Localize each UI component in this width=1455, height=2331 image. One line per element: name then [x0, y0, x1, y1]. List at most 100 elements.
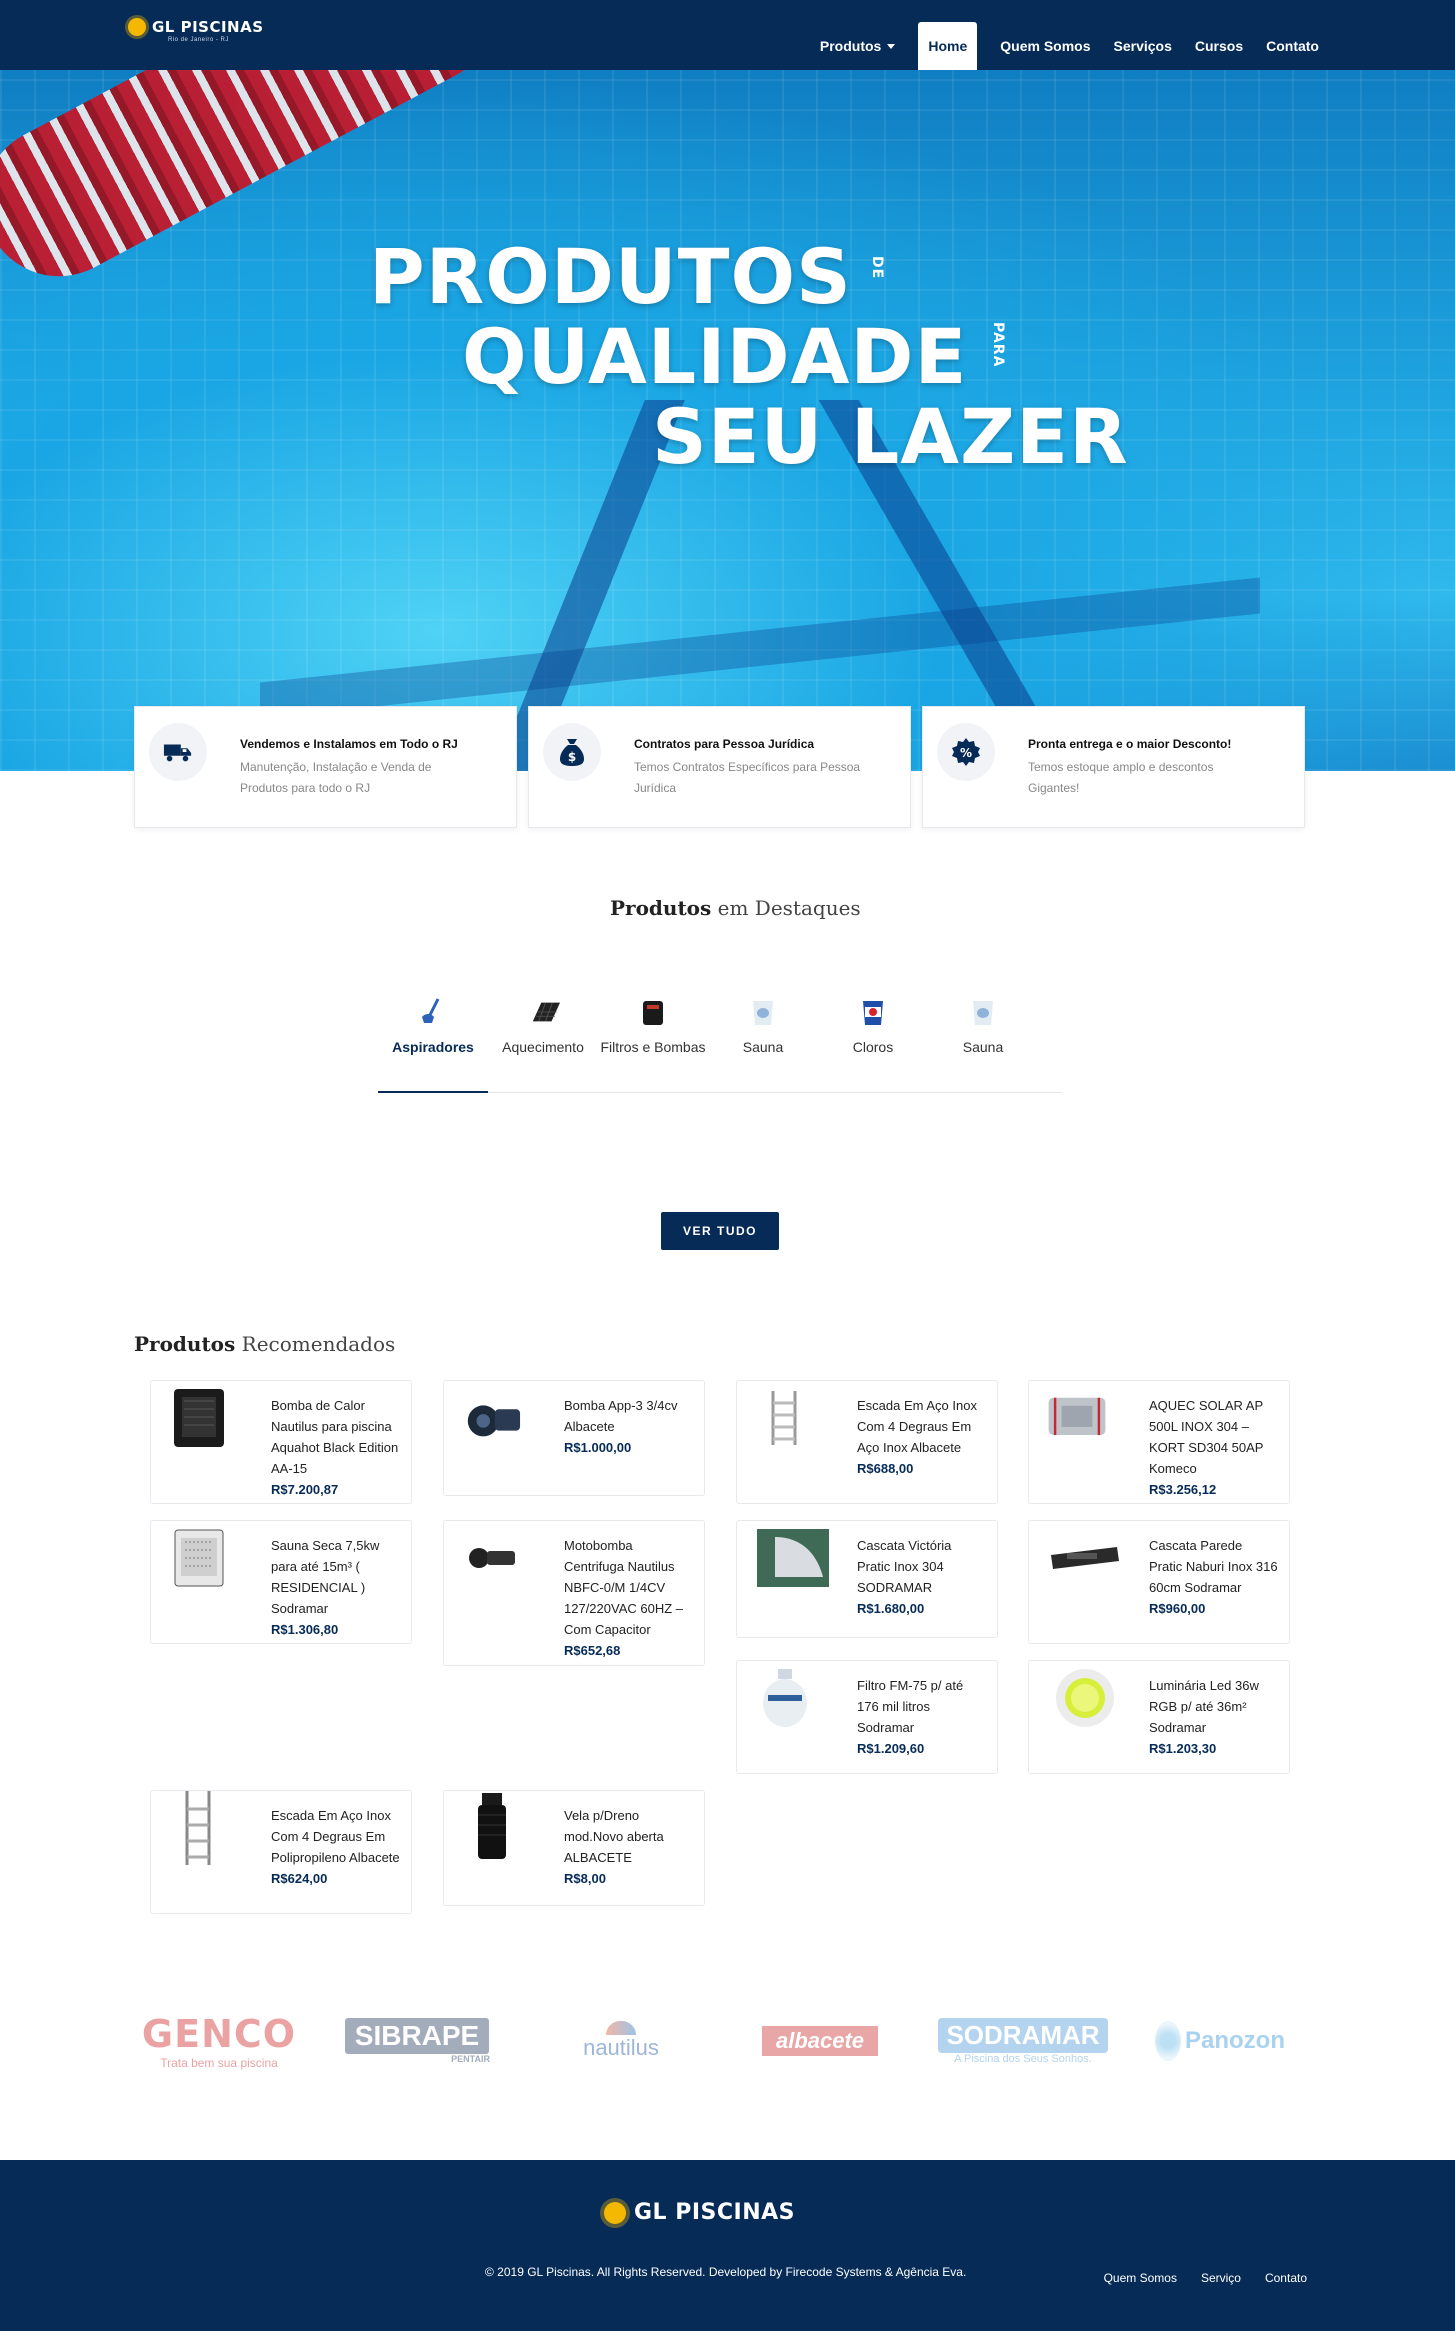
- tab-filtros-bombas[interactable]: Filtros e Bombas: [598, 995, 708, 1092]
- product-card[interactable]: Bomba App-3 3/4cv Albacete R$1.000,00: [443, 1380, 705, 1496]
- product-name: Bomba de Calor Nautilus para piscina Aqu…: [271, 1395, 401, 1500]
- tab-aspiradores[interactable]: Aspiradores: [378, 995, 488, 1093]
- product-price: R$624,00: [271, 1871, 328, 1886]
- product-image: [169, 1791, 229, 1865]
- nav-produtos[interactable]: Produtos: [819, 38, 896, 54]
- featured-title-rest: em Destaques: [711, 896, 861, 920]
- svg-text:$: $: [568, 750, 576, 764]
- view-all-button[interactable]: VER TUDO: [661, 1212, 779, 1250]
- hero-line-2: QUALIDADE: [462, 312, 968, 401]
- brand-sibrape-logo[interactable]: SIBRAPE PENTAIR: [344, 2010, 490, 2072]
- product-name-text: Luminária Led 36w RGB p/ até 36m² Sodram…: [1149, 1678, 1259, 1735]
- brand-genco-logo[interactable]: GENCO Trata bem sua piscina: [134, 2010, 304, 2072]
- nautilus-sun-icon: [606, 2021, 636, 2035]
- chlorine-bucket-icon: [856, 995, 890, 1029]
- product-price: R$1.000,00: [564, 1440, 632, 1455]
- product-name-text: Cascata Victória Pratic Inox 304 SODRAMA…: [857, 1538, 952, 1595]
- recommended-title-bold: Produtos: [134, 1332, 236, 1356]
- sun-logo-icon: [604, 2201, 626, 2224]
- top-navbar: GL PISCINAS Rio de Janeiro - RJ Produtos…: [0, 0, 1455, 70]
- brand-name: GENCO: [141, 2012, 297, 2056]
- product-name: Cascata Victória Pratic Inox 304 SODRAMA…: [857, 1535, 987, 1619]
- copyright-text: © 2019 GL Piscinas. All Rights Reserved.…: [485, 2265, 967, 2279]
- product-card[interactable]: Escada Em Aço Inox Com 4 Degraus Em Poli…: [150, 1790, 412, 1914]
- product-price: R$652,68: [564, 1643, 621, 1658]
- tab-label: Aquecimento: [502, 1039, 584, 1055]
- nav-produtos-label: Produtos: [819, 38, 882, 54]
- product-image: [755, 1667, 815, 1729]
- nav-servicos[interactable]: Serviços: [1114, 38, 1172, 54]
- tab-aquecimento[interactable]: Aquecimento: [488, 995, 598, 1092]
- product-image: [169, 1387, 229, 1449]
- discount-badge-icon: %: [951, 737, 981, 767]
- product-card[interactable]: Vela p/Dreno mod.Novo aberta ALBACETE R$8…: [443, 1790, 705, 1906]
- product-card[interactable]: Cascata Parede Pratic Naburi Inox 316 60…: [1028, 1520, 1290, 1644]
- product-image: [169, 1527, 229, 1589]
- product-name: Bomba App-3 3/4cv Albacete R$1.000,00: [564, 1395, 694, 1458]
- panozon-bubbles-icon: [1155, 2021, 1181, 2061]
- logo-text: GL PISCINAS: [152, 18, 264, 36]
- brand-sub: Trata bem sua piscina: [160, 2056, 278, 2070]
- featured-section-title: Produtos em Destaques: [610, 896, 861, 920]
- product-name-text: Filtro FM-75 p/ até 176 mil litros Sodra…: [857, 1678, 964, 1735]
- product-name: Escada Em Aço Inox Com 4 Degraus Em Aço …: [857, 1395, 987, 1479]
- product-image: [755, 1387, 815, 1449]
- tab-label: Sauna: [742, 1039, 784, 1055]
- footer-logo[interactable]: GL PISCINAS: [604, 2200, 795, 2225]
- site-logo[interactable]: GL PISCINAS Rio de Janeiro - RJ: [128, 18, 264, 43]
- tab-label: Filtros e Bombas: [600, 1039, 706, 1055]
- product-image: [462, 1527, 522, 1589]
- hero-banner: PRODUTOS DE QUALIDADE PARA SEU LAZER: [0, 70, 1455, 771]
- hero-small-1: DE: [869, 256, 885, 280]
- solar-panel-icon: [526, 995, 560, 1029]
- brand-name: SIBRAPE: [344, 2018, 490, 2054]
- footer-links: Quem Somos Serviço Contato: [1104, 2271, 1307, 2285]
- feature-title: Vendemos e Instalamos em Todo o RJ: [240, 737, 458, 751]
- footer-link-contato[interactable]: Contato: [1265, 2271, 1307, 2285]
- product-card[interactable]: Cascata Victória Pratic Inox 304 SODRAMA…: [736, 1520, 998, 1638]
- product-name: Motobomba Centrifuga Nautilus NBFC-0/M 1…: [564, 1535, 694, 1661]
- nav-quem-somos[interactable]: Quem Somos: [1000, 38, 1090, 54]
- tab-cloros[interactable]: Cloros: [818, 995, 928, 1092]
- footer-logo-text: GL PISCINAS: [634, 2200, 796, 2225]
- product-card[interactable]: AQUEC SOLAR AP 500L INOX 304 – KORT SD30…: [1028, 1380, 1290, 1504]
- product-price: R$3.256,12: [1149, 1482, 1217, 1497]
- brand-sub: A Piscina dos Seus Sonhos.: [954, 2052, 1092, 2065]
- product-name: Escada Em Aço Inox Com 4 Degraus Em Poli…: [271, 1805, 401, 1889]
- hero-line-3: SEU LAZER: [652, 392, 1129, 481]
- feature-card: $ Contratos para Pessoa Jurídica Temos C…: [528, 706, 911, 828]
- product-card[interactable]: Motobomba Centrifuga Nautilus NBFC-0/M 1…: [443, 1520, 705, 1666]
- hero-line-1: PRODUTOS: [369, 232, 852, 321]
- footer-link-quem-somos[interactable]: Quem Somos: [1104, 2271, 1177, 2285]
- product-card[interactable]: Sauna Seca 7,5kw para até 15m³ ( RESIDEN…: [150, 1520, 412, 1644]
- product-card[interactable]: Bomba de Calor Nautilus para piscina Aqu…: [150, 1380, 412, 1504]
- product-name: Sauna Seca 7,5kw para até 15m³ ( RESIDEN…: [271, 1535, 401, 1640]
- logo-tagline: Rio de Janeiro - RJ: [168, 37, 229, 43]
- product-card[interactable]: Luminária Led 36w RGB p/ até 36m² Sodram…: [1028, 1660, 1290, 1774]
- tab-label: Sauna: [962, 1039, 1004, 1055]
- brand-nautilus-logo[interactable]: nautilus: [566, 2010, 676, 2072]
- tab-sauna-1[interactable]: Sauna: [708, 995, 818, 1092]
- product-name: AQUEC SOLAR AP 500L INOX 304 – KORT SD30…: [1149, 1395, 1279, 1500]
- tab-sauna-2[interactable]: Sauna: [928, 995, 1038, 1092]
- nav-cursos[interactable]: Cursos: [1195, 38, 1243, 54]
- nav-contato[interactable]: Contato: [1266, 38, 1319, 54]
- brand-panozon-logo[interactable]: Panozon: [1150, 2010, 1290, 2072]
- product-name-text: AQUEC SOLAR AP 500L INOX 304 – KORT SD30…: [1149, 1398, 1264, 1476]
- product-image: [1047, 1527, 1123, 1589]
- tab-label: Cloros: [852, 1039, 894, 1055]
- featured-title-bold: Produtos: [610, 896, 712, 920]
- brand-sodramar-logo[interactable]: SODRAMAR A Piscina dos Seus Sonhos.: [938, 2010, 1108, 2072]
- product-card[interactable]: Filtro FM-75 p/ até 176 mil litros Sodra…: [736, 1660, 998, 1774]
- product-name: Vela p/Dreno mod.Novo aberta ALBACETE R$8…: [564, 1805, 694, 1889]
- nav-home[interactable]: Home: [918, 22, 978, 70]
- footer-link-servico[interactable]: Serviço: [1201, 2271, 1241, 2285]
- brand-albacete-logo[interactable]: albacete: [734, 2010, 906, 2072]
- product-card[interactable]: Escada Em Aço Inox Com 4 Degraus Em Aço …: [736, 1380, 998, 1504]
- truck-icon: [163, 737, 193, 767]
- money-bag-icon: $: [557, 737, 587, 767]
- product-name-text: Bomba de Calor Nautilus para piscina Aqu…: [271, 1398, 399, 1476]
- feature-desc: Manutenção, Instalação e Venda de Produt…: [240, 760, 432, 795]
- product-image: [462, 1387, 522, 1449]
- sun-logo-icon: [128, 18, 146, 36]
